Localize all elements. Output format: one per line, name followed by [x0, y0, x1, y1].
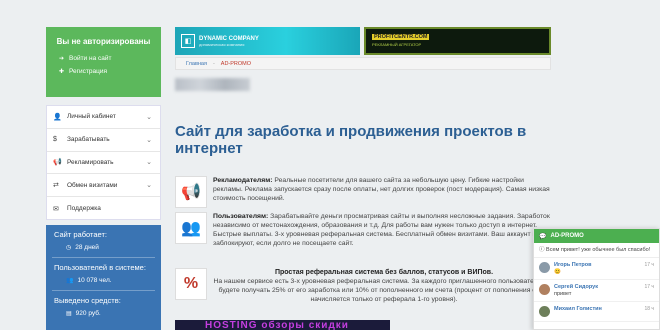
breadcrumb-current: AD-PROMO	[220, 60, 252, 67]
banner-logo-icon: ◧	[181, 34, 195, 48]
chat-header[interactable]: 💬 AD-PROMO	[534, 229, 659, 243]
feature-referral: % Простая реферальная система без баллов…	[175, 268, 555, 304]
blurred-ad-block	[175, 78, 250, 91]
breadcrumb-home-link[interactable]: Главная	[186, 61, 207, 67]
breadcrumb-separator: -	[212, 60, 215, 67]
paid-value: ▤ 920 руб.	[46, 307, 161, 323]
feature-body: На нашем сервисе есть 3-х уровневая рефе…	[213, 278, 555, 303]
avatar	[539, 262, 550, 273]
login-link[interactable]: ➔ Войти на сайт	[46, 52, 161, 65]
chevron-down-icon: ⌄	[146, 113, 152, 121]
banner-title: PROFITCENTR.COM	[372, 34, 430, 40]
hosting-banner[interactable]: HOSTING обзоры скидки	[175, 320, 390, 330]
exchange-icon: ⇄	[53, 182, 59, 190]
login-icon: ➔	[58, 56, 65, 62]
feature-title: Простая реферальная система без баллов, …	[274, 269, 494, 276]
sidebar-item-label: Поддержка	[67, 205, 101, 213]
users-value-text: 10 078 чел.	[77, 277, 112, 284]
sidebar-menu: 👤 Личный кабинет ⌄ $ Зарабатывать ⌄ 📢 Ре…	[46, 105, 161, 220]
uptime-value: ◷ 28 дней	[46, 241, 161, 257]
chat-time: 17 ч	[644, 262, 654, 268]
chat-message: Игорь Петров 😊 17 ч	[534, 258, 659, 280]
feature-text: Простая реферальная система без баллов, …	[213, 268, 555, 304]
chat-time: 17 ч	[644, 284, 654, 290]
breadcrumb: Главная - AD-PROMO	[175, 57, 551, 70]
user-icon: 👤	[53, 113, 62, 121]
page-title: Сайт для заработка и продвижения проекто…	[175, 123, 527, 157]
sidebar-item-advertise[interactable]: 📢 Рекламировать ⌄	[47, 152, 160, 175]
chat-text: привет	[554, 291, 572, 297]
chat-welcome-text: Всем привет! уже обычнее был спасибо!	[546, 247, 651, 253]
chat-message: Михаил Голистин 18 ч	[534, 302, 659, 322]
chat-author[interactable]: Игорь Петров	[554, 262, 592, 268]
users-label: Пользователей в системе:	[54, 263, 146, 272]
register-label: Регистрация	[69, 68, 107, 75]
money-icon: ▤	[66, 311, 72, 317]
hosting-banner-text: HOSTING обзоры скидки	[205, 320, 349, 330]
users-icon: 👥	[175, 212, 207, 244]
user-plus-icon: ✚	[58, 69, 65, 75]
feature-title: Рекламодателям:	[213, 177, 273, 184]
avatar	[539, 306, 550, 317]
chat-author[interactable]: Сергей Сидорук	[554, 284, 598, 290]
banner-profitcentr[interactable]: PROFITCENTR.COM РЕКЛАМНЫЙ АГРЕГАТОР	[364, 27, 551, 55]
users-value: 👥 10 078 чел.	[46, 274, 161, 290]
users-icon: 👥	[66, 278, 74, 284]
register-link[interactable]: ✚ Регистрация	[46, 65, 161, 78]
chat-text: 😊	[554, 269, 561, 275]
chat-title: AD-PROMO	[550, 233, 584, 239]
uptime-label: Сайт работает:	[54, 230, 107, 239]
uptime-value-text: 28 дней	[75, 244, 99, 251]
chat-widget: 💬 AD-PROMO ⓘ Всем привет! уже обычнее бы…	[533, 228, 660, 330]
sidebar-item-label: Личный кабинет	[67, 113, 116, 121]
dollar-icon: $	[53, 136, 57, 144]
auth-panel: Вы не авторизированы ➔ Войти на сайт ✚ Р…	[46, 27, 161, 97]
banner-subtitle: РЕКЛАМНЫЙ АГРЕГАТОР	[372, 42, 422, 47]
chevron-down-icon: ⌄	[146, 159, 152, 167]
chevron-down-icon: ⌄	[146, 136, 152, 144]
feature-text: Рекламодателям: Реальные посетители для …	[213, 176, 555, 208]
sidebar-item-support[interactable]: ✉ Поддержка	[47, 197, 160, 220]
chat-message: Сергей Сидорук привет 17 ч	[534, 280, 659, 302]
percent-icon: %	[175, 268, 207, 300]
megaphone-icon: 📢	[175, 176, 207, 208]
paid-value-text: 920 руб.	[75, 310, 101, 317]
support-icon: ✉	[53, 205, 59, 213]
paid-label: Выведено средств:	[54, 296, 121, 305]
megaphone-icon: 📢	[53, 159, 62, 167]
chat-author[interactable]: Михаил Голистин	[554, 306, 602, 312]
sidebar-item-label: Зарабатывать	[67, 136, 110, 144]
sidebar-item-earn[interactable]: $ Зарабатывать ⌄	[47, 129, 160, 152]
info-icon: ⓘ	[539, 247, 545, 253]
clock-icon: ◷	[66, 245, 72, 251]
sidebar-item-cabinet[interactable]: 👤 Личный кабинет ⌄	[47, 106, 160, 129]
auth-title: Вы не авторизированы	[56, 37, 151, 46]
chat-time: 18 ч	[644, 306, 654, 312]
site-stats-panel: Сайт работает: ◷ 28 дней Пользователей в…	[46, 225, 161, 330]
avatar	[539, 284, 550, 295]
chat-welcome-message: ⓘ Всем привет! уже обычнее был спасибо!	[534, 243, 659, 258]
banner-dynamic-company[interactable]: ◧ DYNAMIC COMPANY динамическая компания	[175, 27, 360, 55]
login-label: Войти на сайт	[69, 55, 112, 62]
chat-icon: 💬	[539, 233, 547, 240]
sidebar-item-exchange[interactable]: ⇄ Обмен визитами ⌄	[47, 174, 160, 198]
banner-subtitle: динамическая компания	[199, 41, 245, 47]
feature-title: Пользователям:	[213, 213, 269, 220]
feature-users: 👥 Пользователям: Зарабатывайте деньги пр…	[175, 212, 555, 248]
chevron-down-icon: ⌄	[146, 182, 152, 190]
sidebar-item-label: Обмен визитами	[67, 181, 118, 189]
feature-advertisers: 📢 Рекламодателям: Реальные посетители дл…	[175, 176, 555, 208]
feature-text: Пользователям: Зарабатывайте деньги прос…	[213, 212, 555, 248]
sidebar-item-label: Рекламировать	[67, 158, 114, 166]
